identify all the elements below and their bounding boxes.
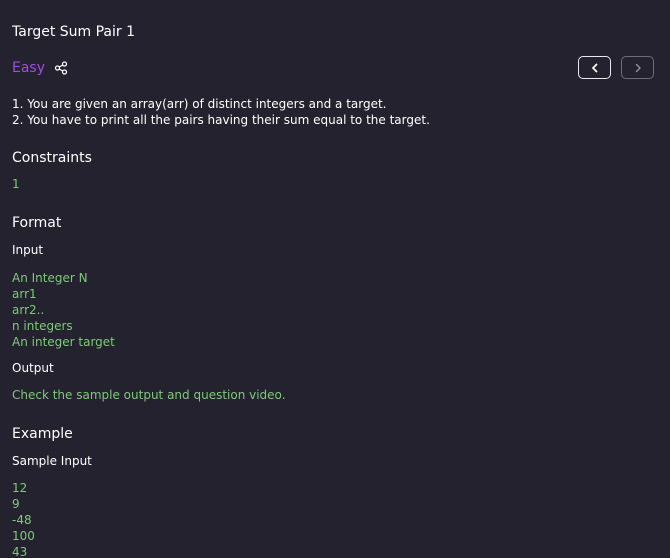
- chevron-right-icon: [633, 58, 643, 77]
- example-heading: Example: [12, 426, 73, 442]
- constraints-heading: Constraints: [12, 150, 92, 166]
- sample-input-line: 43: [12, 545, 28, 558]
- difficulty-row: Easy: [12, 60, 68, 76]
- input-format-line: arr2..: [12, 303, 45, 317]
- description-line: 2. You have to print all the pairs havin…: [12, 113, 430, 127]
- problem-title: Target Sum Pair 1: [12, 24, 136, 40]
- constraints-value: 1: [12, 177, 20, 191]
- sample-input-line: 100: [12, 529, 35, 543]
- sample-input-lines: 12 9 -48 100 43: [12, 480, 35, 558]
- input-format-line: n integers: [12, 319, 73, 333]
- output-format-text: Check the sample output and question vid…: [12, 388, 286, 402]
- sample-input-line: 12: [12, 481, 28, 495]
- description-line: 1. You are given an array(arr) of distin…: [12, 97, 387, 111]
- sample-input-line: -48: [12, 513, 32, 527]
- share-icon[interactable]: [54, 61, 68, 75]
- sample-input-line: 9: [12, 497, 20, 511]
- output-label: Output: [12, 361, 54, 375]
- input-format-lines: An Integer N arr1 arr2.. n integers An i…: [12, 270, 115, 350]
- input-format-line: An Integer N: [12, 271, 88, 285]
- chevron-left-icon: [590, 58, 600, 77]
- next-problem-button[interactable]: [621, 56, 654, 79]
- problem-page: Target Sum Pair 1 Easy 1. You are given …: [0, 0, 670, 558]
- difficulty-badge: Easy: [12, 60, 46, 76]
- problem-description: 1. You are given an array(arr) of distin…: [12, 96, 430, 128]
- input-label: Input: [12, 243, 44, 257]
- input-format-line: An integer target: [12, 335, 115, 349]
- prev-problem-button[interactable]: [578, 56, 611, 79]
- format-heading: Format: [12, 215, 62, 231]
- sample-input-label: Sample Input: [12, 454, 92, 468]
- input-format-line: arr1: [12, 287, 37, 301]
